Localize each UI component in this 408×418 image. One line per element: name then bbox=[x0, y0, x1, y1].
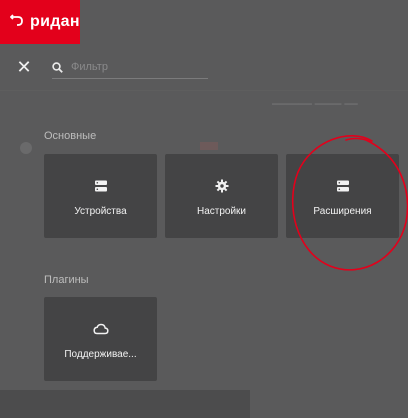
tile-extensions[interactable]: Расширения bbox=[286, 154, 399, 238]
section-title-main: Основные bbox=[44, 130, 97, 142]
background-divider bbox=[0, 90, 408, 91]
background-text: ━━━━━━ ━━━━ ━━ bbox=[272, 99, 358, 111]
close-icon: ✕ bbox=[16, 57, 32, 77]
background-circle bbox=[20, 142, 32, 154]
server-icon bbox=[91, 176, 111, 196]
search-input[interactable] bbox=[69, 60, 193, 74]
tile-supported[interactable]: Поддерживае... bbox=[44, 297, 157, 381]
server-icon bbox=[333, 176, 353, 196]
background-bottom-bar bbox=[0, 390, 250, 418]
close-button[interactable]: ✕ bbox=[14, 57, 34, 77]
tile-label: Расширения bbox=[313, 205, 372, 217]
section-title-plugins: Плагины bbox=[44, 274, 89, 286]
tile-devices[interactable]: Устройства bbox=[44, 154, 157, 238]
tile-label: Настройки bbox=[196, 205, 247, 217]
brand-name: ридан bbox=[30, 13, 80, 30]
logo-icon bbox=[9, 13, 24, 32]
search-icon bbox=[52, 61, 63, 73]
search-filter[interactable] bbox=[52, 56, 208, 79]
background-badge bbox=[200, 142, 218, 150]
tile-settings[interactable]: Настройки bbox=[165, 154, 278, 238]
tile-label: Поддерживае... bbox=[64, 348, 137, 360]
brand-header[interactable]: ридан bbox=[0, 0, 80, 44]
gear-icon bbox=[212, 176, 232, 196]
cloud-icon bbox=[91, 319, 111, 339]
tile-label: Устройства bbox=[74, 205, 127, 217]
